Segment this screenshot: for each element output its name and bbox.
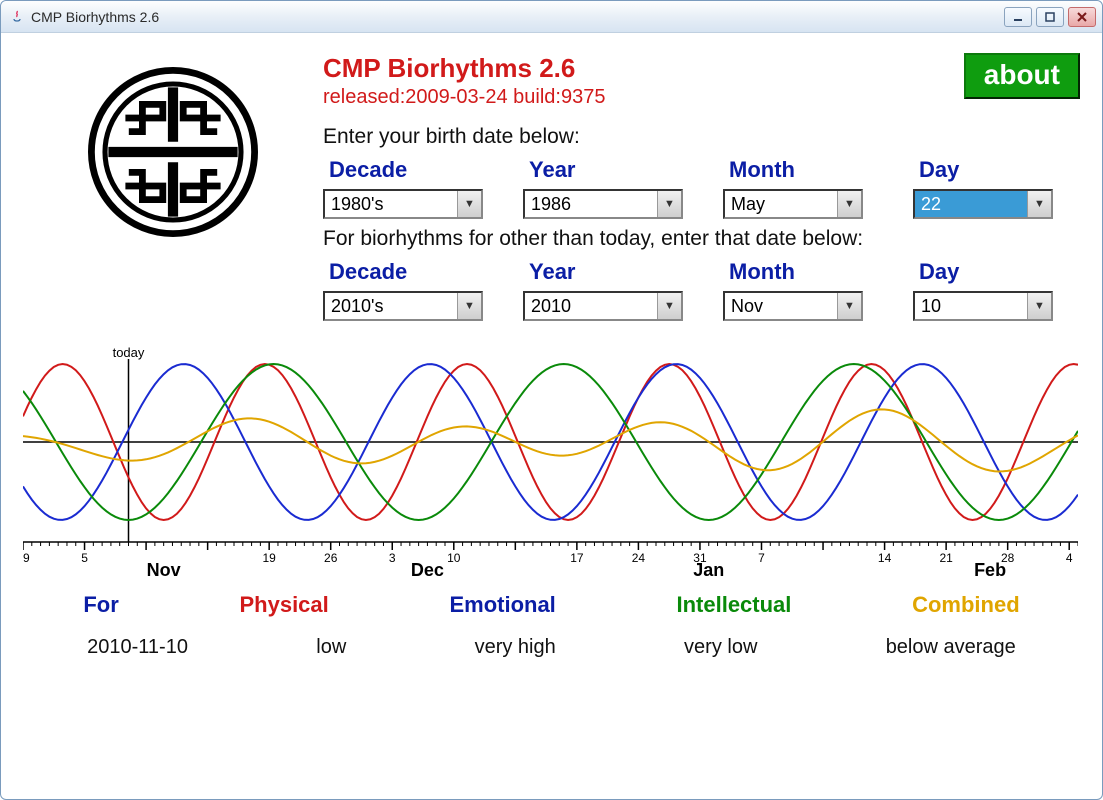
legend-emotional: Emotional	[449, 592, 555, 618]
svg-text:7: 7	[758, 551, 765, 565]
logo-area	[23, 47, 323, 237]
close-button[interactable]	[1068, 7, 1096, 27]
day-label: Day	[913, 157, 1063, 183]
chevron-down-icon: ▼	[1027, 191, 1051, 217]
legend-row: For Physical Emotional Intellectual Comb…	[23, 592, 1080, 618]
birth-prompt: Enter your birth date below:	[323, 125, 1080, 149]
decade-label: Decade	[323, 259, 483, 285]
chevron-down-icon: ▼	[1027, 293, 1051, 319]
legend-intellectual: Intellectual	[676, 592, 791, 618]
content-area: about CMP Biorhythms 2.6 released:2009-0…	[1, 33, 1102, 799]
birth-month-select[interactable]: May ▼	[723, 189, 863, 219]
svg-text:4: 4	[1066, 551, 1073, 565]
svg-text:Nov: Nov	[147, 560, 181, 580]
svg-text:today: today	[113, 347, 145, 360]
birth-date-row: Decade 1980's ▼ Year 1986 ▼	[323, 157, 1080, 219]
readout-row: 2010-11-10 low very high very low below …	[23, 636, 1080, 659]
target-date-row: Decade 2010's ▼ Year 2010 ▼	[323, 259, 1080, 321]
birth-day-select[interactable]: 22 ▼	[913, 189, 1053, 219]
chevron-down-icon: ▼	[837, 191, 861, 217]
form-column: about CMP Biorhythms 2.6 released:2009-0…	[323, 47, 1080, 329]
svg-text:Feb: Feb	[974, 560, 1006, 580]
svg-text:17: 17	[570, 551, 584, 565]
chevron-down-icon: ▼	[457, 191, 481, 217]
chart-area: today295192631017243171421284NovDecJanFe…	[23, 347, 1080, 582]
window-controls	[1004, 7, 1096, 27]
month-label: Month	[723, 259, 873, 285]
svg-text:Dec: Dec	[411, 560, 444, 580]
year-label: Year	[523, 259, 683, 285]
day-label: Day	[913, 259, 1063, 285]
svg-text:29: 29	[23, 551, 30, 565]
chevron-down-icon: ▼	[837, 293, 861, 319]
titlebar[interactable]: CMP Biorhythms 2.6	[1, 1, 1102, 33]
chevron-down-icon: ▼	[657, 293, 681, 319]
legend-for: For	[83, 592, 118, 618]
chevron-down-icon: ▼	[457, 293, 481, 319]
birth-year-select[interactable]: 1986 ▼	[523, 189, 683, 219]
year-label: Year	[523, 157, 683, 183]
window-title: CMP Biorhythms 2.6	[31, 9, 1004, 25]
readout-combined: below average	[886, 636, 1016, 659]
svg-text:10: 10	[447, 551, 461, 565]
legend-physical: Physical	[239, 592, 328, 618]
about-button[interactable]: about	[964, 53, 1080, 99]
svg-text:5: 5	[81, 551, 88, 565]
decade-label: Decade	[323, 157, 483, 183]
minimize-button[interactable]	[1004, 7, 1032, 27]
svg-text:14: 14	[878, 551, 892, 565]
svg-text:26: 26	[324, 551, 338, 565]
longevity-symbol-icon	[88, 67, 258, 237]
svg-text:Jan: Jan	[693, 560, 724, 580]
month-label: Month	[723, 157, 873, 183]
target-month-select[interactable]: Nov ▼	[723, 291, 863, 321]
legend-combined: Combined	[912, 592, 1020, 618]
readout-date: 2010-11-10	[87, 636, 188, 659]
app-window: CMP Biorhythms 2.6	[0, 0, 1103, 800]
svg-text:3: 3	[389, 551, 396, 565]
svg-text:24: 24	[632, 551, 646, 565]
target-decade-select[interactable]: 2010's ▼	[323, 291, 483, 321]
birth-decade-select[interactable]: 1980's ▼	[323, 189, 483, 219]
target-day-select[interactable]: 10 ▼	[913, 291, 1053, 321]
readout-intellectual: very low	[684, 636, 757, 659]
biorhythm-chart: today295192631017243171421284NovDecJanFe…	[23, 347, 1078, 582]
target-prompt: For biorhythms for other than today, ent…	[323, 227, 1080, 251]
chevron-down-icon: ▼	[657, 191, 681, 217]
svg-text:19: 19	[262, 551, 276, 565]
target-year-select[interactable]: 2010 ▼	[523, 291, 683, 321]
svg-text:21: 21	[939, 551, 953, 565]
readout-physical: low	[316, 636, 346, 659]
maximize-button[interactable]	[1036, 7, 1064, 27]
readout-emotional: very high	[475, 636, 556, 659]
java-icon	[9, 9, 25, 25]
